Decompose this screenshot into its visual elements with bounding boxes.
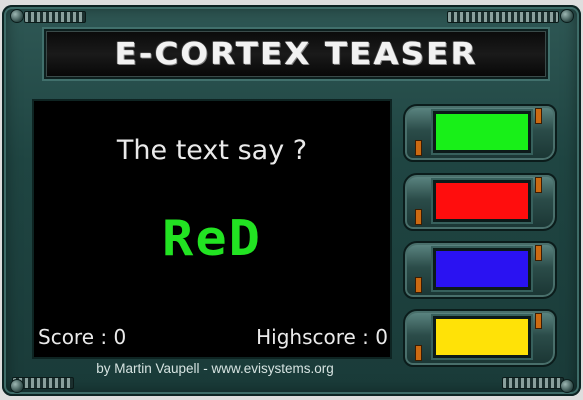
green-button[interactable] <box>433 111 531 153</box>
button-holder-red <box>403 169 557 231</box>
top-left-grip <box>24 11 86 23</box>
title-bar: E-CORTEX TEASER <box>44 29 548 79</box>
red-button[interactable] <box>433 180 531 222</box>
blue-button[interactable] <box>433 248 531 290</box>
bolt-top-left <box>10 9 24 23</box>
game-title: E-CORTEX TEASER <box>114 36 478 72</box>
button-holder-blue <box>403 237 557 299</box>
top-right-grip <box>447 11 559 23</box>
game-screen: The text say ? ReD Score : 0 Highscore :… <box>34 101 390 357</box>
question-text: The text say ? <box>116 135 308 166</box>
bolt-bottom-right <box>560 379 574 393</box>
bottom-right-grip <box>502 377 564 389</box>
button-holder-green <box>403 100 557 162</box>
button-holder-yellow <box>403 305 557 367</box>
score-text: Score : 0 <box>38 325 127 349</box>
bolt-top-right <box>560 9 574 23</box>
bolt-bottom-left <box>10 379 24 393</box>
color-word: ReD <box>162 210 262 268</box>
yellow-button[interactable] <box>433 316 531 358</box>
credits-text: by Martin Vaupell - www.evisystems.org <box>96 361 334 376</box>
highscore-text: Highscore : 0 <box>256 325 388 349</box>
